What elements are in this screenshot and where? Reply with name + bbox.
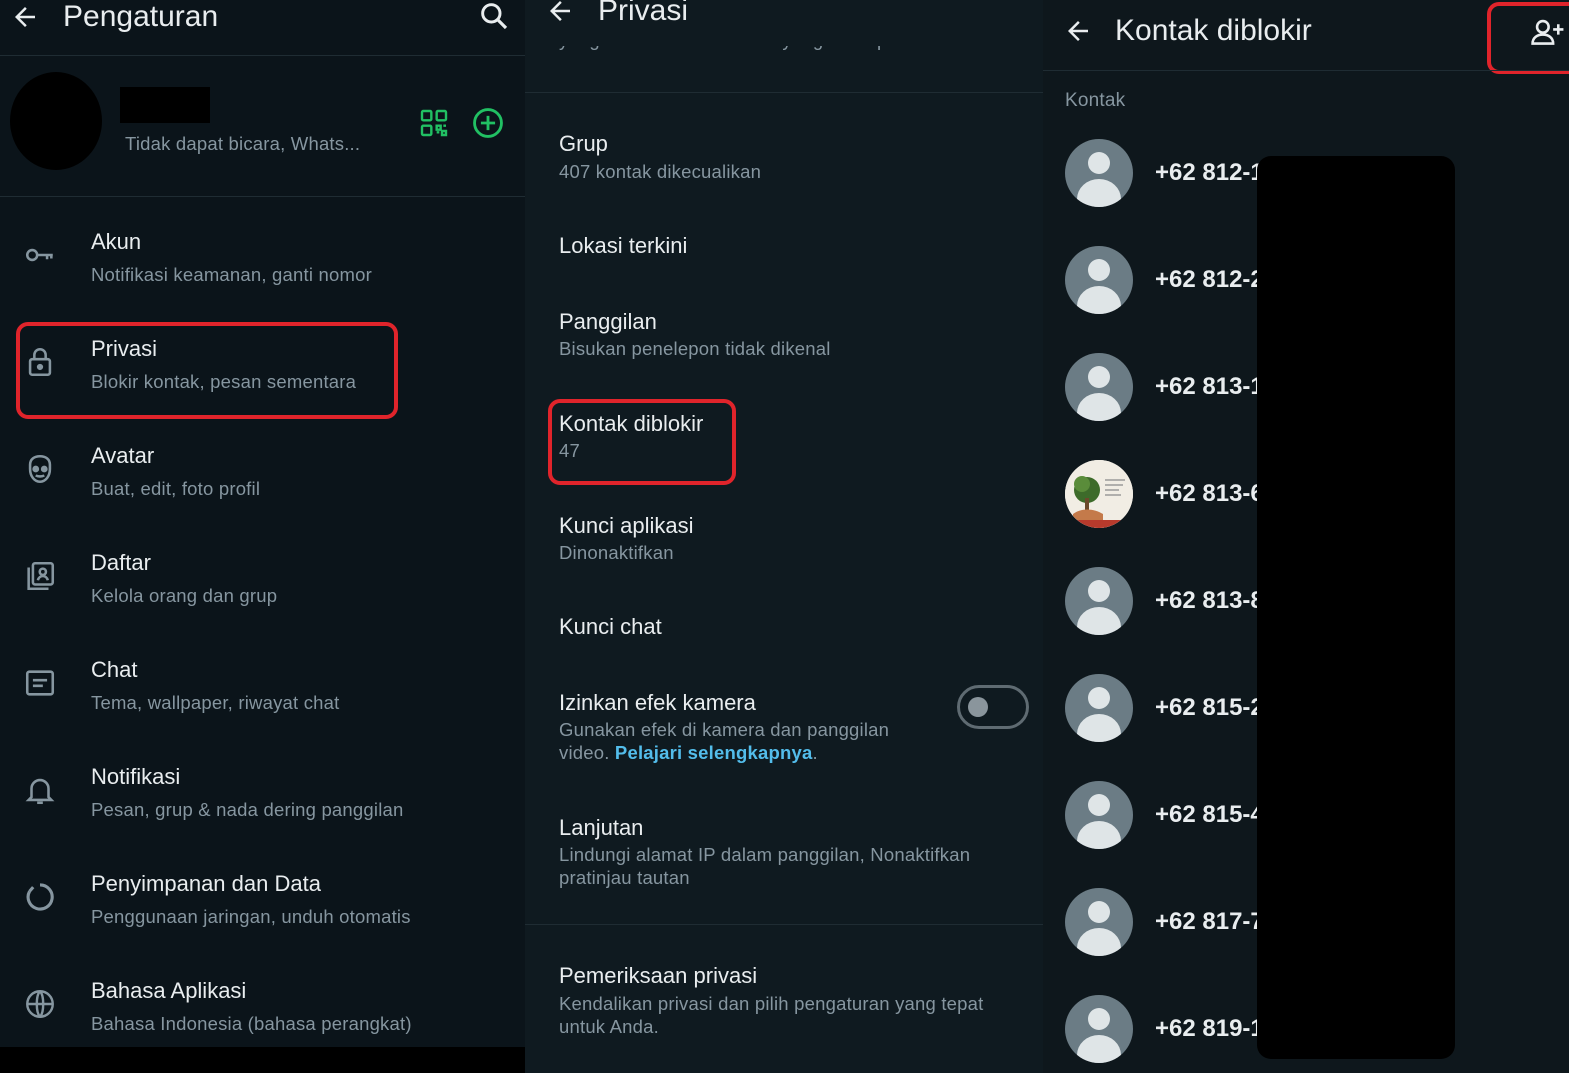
avatar [1065, 781, 1133, 849]
privacy-item-subtitle: Dinonaktifkan [559, 542, 674, 563]
avatar [1065, 995, 1133, 1063]
settings-item-subtitle: Notifikasi keamanan, ganti nomor [91, 264, 372, 285]
privacy-item-subtitle: 407 kontak dikecualikan [559, 161, 762, 182]
privacy-item-subtitle: Gunakan efek di kamera dan panggilan [559, 719, 890, 740]
subtitle-text: video. [559, 742, 615, 763]
learn-more-link[interactable]: Pelajari selengkapnya [615, 742, 813, 763]
contact-phone: +62 812-2 [1155, 266, 1264, 293]
highlight-box-add-contact [1487, 2, 1569, 74]
privacy-item-title: Panggilan [559, 309, 657, 334]
settings-item-title: Avatar [91, 443, 155, 468]
privacy-item-subtitle: Lindungi alamat IP dalam panggilan, Nona… [559, 844, 971, 865]
highlight-box-privasi [16, 322, 398, 419]
settings-item-title: Bahasa Aplikasi [91, 978, 247, 1003]
privacy-item-title: Kunci aplikasi [559, 513, 694, 538]
settings-item-title: Penyimpanan dan Data [91, 871, 321, 896]
contact-phone: +62 817-7 [1155, 908, 1264, 935]
settings-item-subtitle: Tema, wallpaper, riwayat chat [91, 692, 340, 713]
settings-item-subtitle: Bahasa Indonesia (bahasa perangkat) [91, 1013, 412, 1034]
privacy-item-title: Grup [559, 131, 608, 156]
settings-item-subtitle: Pesan, grup & nada dering panggilan [91, 799, 404, 820]
profile-photo[interactable] [10, 72, 102, 170]
privacy-item-title: Lokasi terkini [559, 233, 688, 258]
divider [1043, 70, 1569, 71]
globe-icon [23, 987, 57, 1021]
back-arrow-icon[interactable] [545, 0, 575, 26]
avatar-photo [1065, 460, 1133, 528]
search-icon[interactable] [478, 0, 510, 32]
settings-item-title: Chat [91, 657, 138, 682]
divider [525, 92, 1043, 93]
avatar-icon [23, 452, 57, 486]
avatar [1065, 246, 1133, 314]
settings-panel: Pengaturan Tidak dapat bicara, Whats... … [0, 0, 525, 1073]
page-title: Kontak diblokir [1115, 14, 1312, 47]
blocked-contacts-panel: Kontak diblokir Kontak +62 812-1 +62 812… [1043, 0, 1569, 1073]
add-status-icon[interactable] [471, 106, 505, 140]
divider [0, 196, 525, 197]
privacy-item-subtitle: Bisukan penelepon tidak dikenal [559, 338, 831, 359]
privacy-item-title: Izinkan efek kamera [559, 690, 756, 715]
avatar [1065, 567, 1133, 635]
contact-phone: +62 815-2 [1155, 694, 1264, 721]
settings-item-title: Daftar [91, 550, 151, 575]
settings-item-subtitle: Kelola orang dan grup [91, 585, 278, 606]
privacy-item-subtitle-line2: pratinjau tautan [559, 867, 690, 888]
settings-item-title: Notifikasi [91, 764, 181, 789]
privacy-item-subtitle-line2: video. Pelajari selengkapnya. [559, 742, 818, 764]
qr-code-icon[interactable] [418, 107, 450, 139]
privacy-item-title: Pemeriksaan privasi [559, 963, 758, 988]
privacy-item-title: Lanjutan [559, 815, 644, 840]
bottom-bar [0, 1047, 525, 1073]
avatar [1065, 674, 1133, 742]
contact-phone: +62 813-8 [1155, 587, 1264, 614]
header-mask [525, 30, 1043, 46]
page-title: Pengaturan [63, 0, 219, 33]
key-icon [23, 238, 57, 272]
privacy-item-title: Kunci chat [559, 614, 662, 639]
contact-phone: +62 813-6 [1155, 480, 1264, 507]
privacy-panel: Privasi yang disetel sesuai durasi yang … [525, 0, 1043, 1073]
divider [525, 924, 1043, 925]
back-arrow-icon[interactable] [10, 2, 40, 32]
avatar [1065, 888, 1133, 956]
divider [0, 55, 525, 56]
section-label: Kontak [1065, 90, 1126, 111]
contact-phone: +62 812-1 [1155, 159, 1264, 186]
contact-phone: +62 813-1 [1155, 373, 1264, 400]
bell-icon [23, 773, 57, 807]
profile-status: Tidak dapat bicara, Whats... [125, 133, 361, 154]
privacy-item-subtitle-line2: untuk Anda. [559, 1016, 659, 1037]
privacy-item-subtitle: Kendalikan privasi dan pilih pengaturan … [559, 993, 984, 1014]
contact-phone: +62 815-4 [1155, 801, 1264, 828]
back-arrow-icon[interactable] [1063, 16, 1093, 46]
settings-item-subtitle: Buat, edit, foto profil [91, 478, 261, 499]
redaction-overlay [1257, 156, 1455, 1059]
subtitle-period: . [812, 742, 818, 763]
avatar [1065, 353, 1133, 421]
list-icon [23, 559, 57, 593]
storage-icon [23, 880, 57, 914]
highlight-box-kontak-diblokir [548, 399, 736, 485]
chat-icon [23, 666, 57, 700]
page-title: Privasi [598, 0, 689, 27]
avatar [1065, 139, 1133, 207]
settings-item-subtitle: Penggunaan jaringan, unduh otomatis [91, 906, 411, 927]
settings-item-title: Akun [91, 229, 142, 254]
camera-effects-toggle[interactable] [957, 685, 1029, 729]
contact-phone: +62 819-1 [1155, 1015, 1264, 1042]
toggle-knob [968, 697, 988, 717]
profile-name-redacted [120, 87, 210, 123]
